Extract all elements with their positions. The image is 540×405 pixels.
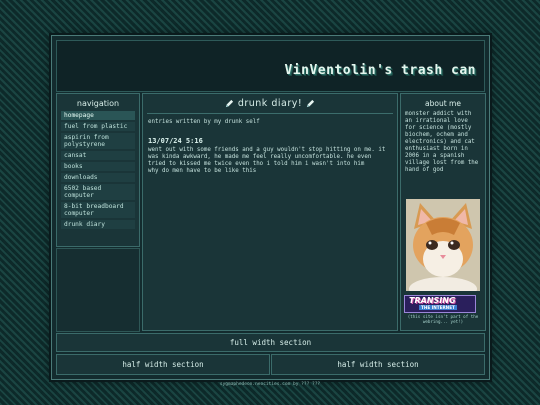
entry-paragraph: went out with some friends and a guy wou… [148,147,386,167]
badge-title: TRANSING [409,296,456,305]
main-heading-row: drunk diary! [143,94,397,112]
footer-credit[interactable]: sygmaphedeon.neocities.com by ??? ??? [0,382,540,387]
sidebar-filler-panel [56,248,140,332]
nav-item-cansat[interactable]: cansat [61,151,135,160]
navigation-panel: navigation homepage fuel from plastic as… [56,93,140,247]
nav-item-books[interactable]: books [61,162,135,171]
nav-item-breadboard-computer[interactable]: 8-bit breadboard computer [61,202,135,218]
half-width-section-right: half width section [271,354,485,375]
nav-item-6502-computer[interactable]: 6502 based computer [61,184,135,200]
main-heading: drunk diary! [237,98,303,109]
kitten-image [406,199,480,291]
entry-date: 13/07/24 5:16 [148,137,203,145]
full-width-section: full width section [56,333,485,352]
entries-caption: entries written by my drunk self [148,119,260,125]
pencil-icon [226,99,234,108]
main-content-panel: drunk diary! entries written by my drunk… [142,93,398,331]
pencil-icon [306,99,314,108]
navigation-heading: navigation [76,99,120,108]
kitten-photo [406,199,480,291]
about-heading: about me [425,99,461,108]
nav-item-downloads[interactable]: downloads [61,173,135,182]
site-header: VinVentolin's trash can [56,40,485,92]
navigation-list: homepage fuel from plastic aspirin from … [57,111,139,229]
half-width-section-left: half width section [56,354,270,375]
about-panel: about me monster addict with an irration… [400,93,486,331]
site-title: VinVentolin's trash can [284,63,476,78]
about-text: monster addict with an irrational love f… [405,111,479,173]
nav-item-homepage[interactable]: homepage [61,111,135,120]
nav-item-drunk-diary[interactable]: drunk diary [61,220,135,229]
webring-note: (this site isn't part of the webring... … [407,314,479,324]
transing-the-internet-badge[interactable]: TRANSING THE INTERNET [404,295,476,313]
entry-text: went out with some friends and a guy wou… [148,147,392,175]
entry-paragraph: why do men have to be like this [148,168,257,174]
badge-subtitle: THE INTERNET [419,305,457,310]
heading-divider [147,113,393,114]
nav-item-fuel-from-plastic[interactable]: fuel from plastic [61,122,135,131]
nav-item-aspirin-from-polystyrene[interactable]: aspirin from polystyrene [61,133,135,149]
diary-body: entries written by my drunk self 13/07/2… [143,119,397,175]
